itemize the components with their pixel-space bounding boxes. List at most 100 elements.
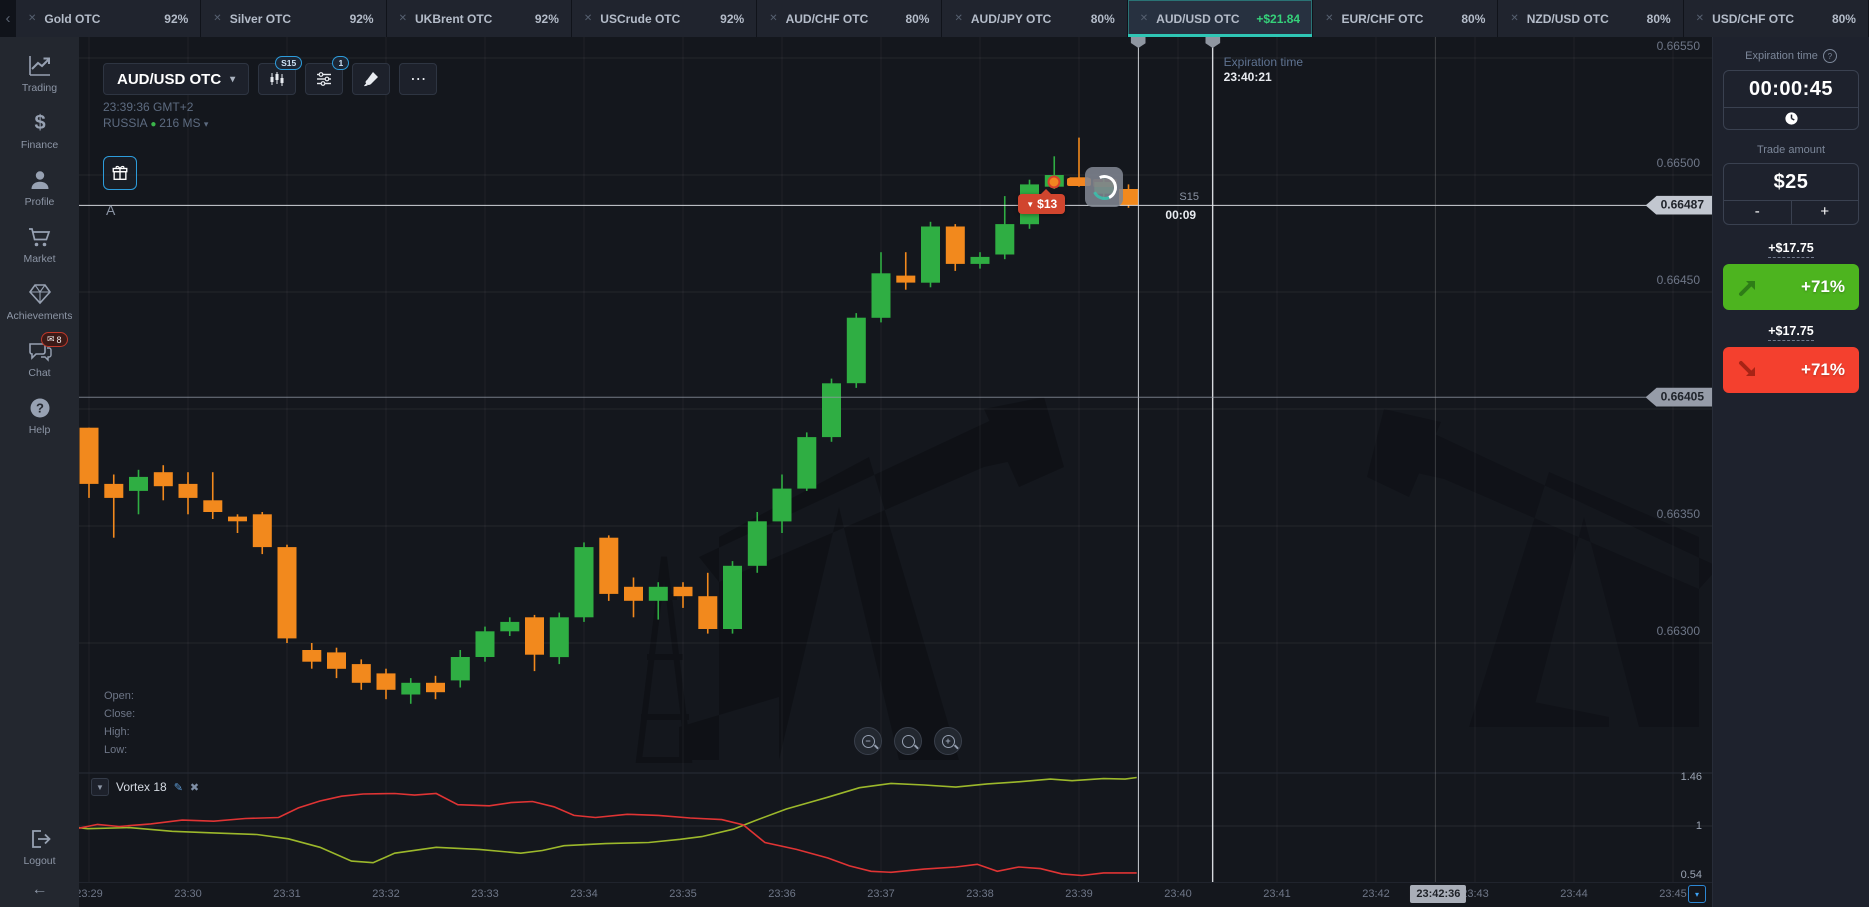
current-price-badge: 0.66487 [1646,196,1712,215]
sliders-icon [315,70,333,88]
amount-minus-button[interactable]: - [1724,201,1791,224]
sidebar-item-logout[interactable]: Logout [0,818,79,875]
tab-close-icon[interactable]: ✕ [1510,13,1518,24]
help-icon: ? [28,396,52,420]
tab-close-icon[interactable]: ✕ [1140,13,1148,24]
sell-down-button[interactable]: +71% [1723,347,1859,393]
tab-asset-name: EUR/CHF OTC [1341,12,1423,26]
symbol-dropdown[interactable]: AUD/USD OTC ▾ [103,63,249,95]
trade-amount-value[interactable]: $25 [1724,164,1858,200]
tab-asset-name: UKBrent OTC [415,12,492,26]
sidebar-item-achievements[interactable]: Achievements [0,273,79,330]
zoom-in-button[interactable]: + [934,727,962,755]
trading-chart-icon [27,54,53,78]
expiration-clock-button[interactable] [1724,107,1858,129]
price-axis-label: 0.66350 [1657,507,1700,521]
asset-tab-usd-chf-otc[interactable]: ✕USD/CHF OTC80% [1684,0,1868,37]
payout-down-value: +$17.75 [1768,324,1814,341]
tab-payout-percent: 80% [905,12,929,26]
asset-tab-uscrude-otc[interactable]: ✕USCrude OTC92% [572,0,756,37]
expiration-label-row: Expiration time ? [1723,49,1859,63]
chat-unread-badge: ✉8 [41,332,68,347]
time-axis-divider [79,882,1712,883]
tab-close-icon[interactable]: ✕ [954,13,962,24]
sidebar-collapse-arrow[interactable]: ← [32,875,48,901]
trade-profit-badge: ▼$13 [1018,194,1065,214]
help-circle-icon[interactable]: ? [1823,49,1837,63]
timeline-collapse-button[interactable]: ▾ [1688,885,1706,903]
time-axis-label: 23:38 [966,888,994,900]
buy-up-percent: +71% [1801,277,1845,297]
zoom-reset-button[interactable] [894,727,922,755]
asset-tab-nzd-usd-otc[interactable]: ✕NZD/USD OTC80% [1498,0,1682,37]
chevron-down-icon: ▾ [230,74,235,85]
indicator-collapse-button[interactable]: ▼ [91,778,109,796]
ohlc-legend-row: High: [104,723,135,741]
asset-tab-gold-otc[interactable]: ✕Gold OTC92% [16,0,200,37]
tabbar-back-chevron[interactable]: ‹ [0,0,16,37]
time-axis-label: 23:35 [669,888,697,900]
zoom-out-button[interactable]: − [854,727,882,755]
server-row[interactable]: RUSSIA ● 216 MS ▾ [103,115,208,133]
sidebar-item-help[interactable]: ?Help [0,387,79,444]
time-axis-label: 23:39 [1065,888,1093,900]
down-triangle-icon: ▼ [1026,200,1034,209]
tab-close-icon[interactable]: ✕ [399,13,407,24]
indicator-scale-label: 0.54 [1681,869,1702,881]
chart-meta: 23:39:36 GMT+2 RUSSIA ● 216 MS ▾ [103,99,208,133]
sidebar-item-trading[interactable]: Trading [0,45,79,102]
chart-main[interactable]: AUD/USD OTC ▾ S15 1 [79,37,1712,907]
drawing-tools-button[interactable] [352,63,390,95]
indicators-button[interactable]: 1 [305,63,343,95]
app-body: Trading$FinanceProfileMarketAchievements… [0,37,1869,907]
chart-type-button[interactable]: S15 [258,63,296,95]
indicator-edit-icon[interactable]: ✎ [174,781,183,794]
sidebar-item-label: Chat [28,367,50,379]
time-axis-label: 23:41 [1263,888,1291,900]
arrow-up-right-icon [1737,276,1759,298]
svg-text:$: $ [34,112,45,134]
more-tools-button[interactable]: ⋯ [399,63,437,95]
asset-tab-aud-chf-otc[interactable]: ✕AUD/CHF OTC80% [757,0,941,37]
server-ping: 216 MS [159,116,200,130]
tab-close-icon[interactable]: ✕ [1696,13,1704,24]
asset-tab-eur-chf-otc[interactable]: ✕EUR/CHF OTC80% [1313,0,1497,37]
sidebar-item-finance[interactable]: $Finance [0,102,79,159]
asset-tab-ukbrent-otc[interactable]: ✕UKBrent OTC92% [387,0,571,37]
tab-close-icon[interactable]: ✕ [28,13,36,24]
buy-up-button[interactable]: +71% [1723,264,1859,310]
tab-close-icon[interactable]: ✕ [769,13,777,24]
tab-close-icon[interactable]: ✕ [1325,13,1333,24]
asset-tab-silver-otc[interactable]: ✕Silver OTC92% [201,0,385,37]
time-axis-label: 23:31 [273,888,301,900]
amount-label-row: Trade amount [1723,144,1859,156]
sidebar-item-chat[interactable]: ✉8 Chat [0,330,79,387]
gem-icon [27,282,53,306]
gift-button[interactable] [103,156,137,190]
asset-tabbar: ‹ ✕Gold OTC92%✕Silver OTC92%✕UKBrent OTC… [0,0,1869,37]
candlestick-chart [79,37,1712,907]
sidebar-item-market[interactable]: Market [0,216,79,273]
indicator-close-icon[interactable]: ✖ [190,781,199,794]
magnifier-icon [902,735,915,748]
time-axis-label: 23:45 [1659,888,1687,900]
ohlc-legend-row: Close: [104,705,135,723]
timeframe-countdown-label: S15 [1179,191,1199,203]
tab-close-icon[interactable]: ✕ [584,13,592,24]
amount-plus-button[interactable]: + [1791,201,1859,224]
trade-open-marker-dot [1048,176,1061,189]
trading-app: ‹ ✕Gold OTC92%✕Silver OTC92%✕UKBrent OTC… [0,0,1869,907]
annotation-marker[interactable]: A [106,202,115,218]
asset-tab-aud-usd-otc[interactable]: ✕AUD/USD OTC+$21.84 [1128,0,1312,37]
tab-asset-name: AUD/JPY OTC [971,12,1051,26]
expiration-time-value[interactable]: 00:00:45 [1724,71,1858,107]
time-axis-label: 23:44 [1560,888,1588,900]
sell-down-percent: +71% [1801,360,1845,380]
tab-close-icon[interactable]: ✕ [213,13,221,24]
gift-icon [111,164,129,182]
magnifier-icon: + [942,735,955,748]
tab-asset-name: AUD/USD OTC [1156,12,1239,26]
asset-tab-aud-jpy-otc[interactable]: ✕AUD/JPY OTC80% [942,0,1126,37]
sidebar-item-profile[interactable]: Profile [0,159,79,216]
crosshair-time-badge: 23:42:36 [1410,885,1466,903]
